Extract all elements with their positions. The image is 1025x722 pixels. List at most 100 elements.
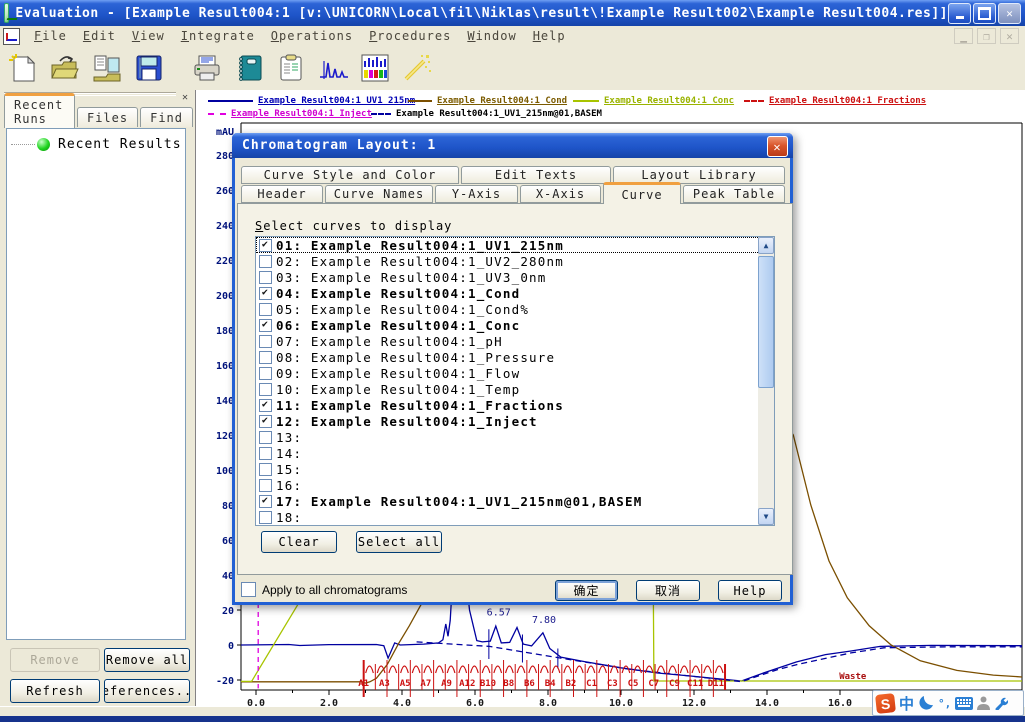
- legend-label[interactable]: Example Result004:1_Cond: [437, 96, 567, 106]
- curve-checkbox[interactable]: [259, 335, 272, 348]
- new-document-icon[interactable]: [4, 49, 42, 87]
- menu-window[interactable]: Window: [459, 27, 524, 45]
- curve-checkbox[interactable]: ✔: [259, 399, 272, 412]
- tab-edit-texts[interactable]: Edit Texts: [461, 166, 611, 184]
- copy-documents-icon[interactable]: [88, 49, 126, 87]
- curve-list-item[interactable]: ✔04: Example Result004:1_Cond: [256, 285, 774, 301]
- document-icon[interactable]: [3, 28, 20, 45]
- curve-list-item[interactable]: ✔11: Example Result004:1_Fractions: [256, 397, 774, 413]
- menu-edit[interactable]: Edit: [75, 27, 124, 45]
- tab-header[interactable]: Header: [241, 185, 323, 203]
- help-button[interactable]: Help: [718, 580, 782, 601]
- legend-label[interactable]: Example Result004:1_UV1_215nm: [258, 96, 415, 106]
- curve-checkbox[interactable]: ✔: [259, 415, 272, 428]
- curve-list-item[interactable]: 08: Example Result004:1_Pressure: [256, 349, 774, 365]
- tab-curve-names[interactable]: Curve Names: [325, 185, 433, 203]
- menu-integrate[interactable]: Integrate: [173, 27, 263, 45]
- panel-close-icon[interactable]: ✕: [179, 91, 191, 103]
- print-icon[interactable]: [188, 49, 226, 87]
- close-button[interactable]: ✕: [998, 3, 1021, 24]
- tab-files[interactable]: Files: [77, 107, 138, 127]
- curve-list-item[interactable]: 16:: [256, 477, 774, 493]
- cancel-button[interactable]: 取消: [636, 580, 700, 601]
- legend-label[interactable]: Example Result004:1_Inject: [231, 109, 372, 119]
- punctuation-mode-icon[interactable]: °,: [938, 697, 951, 710]
- menu-operations[interactable]: Operations: [263, 27, 361, 45]
- mdi-restore-button[interactable]: ❐: [977, 28, 996, 44]
- tab-x-axis[interactable]: X-Axis: [520, 185, 601, 203]
- listbox-scrollbar[interactable]: ▲ ▼: [758, 237, 774, 525]
- curve-checkbox[interactable]: [259, 447, 272, 460]
- remove-button[interactable]: Remove: [10, 648, 100, 672]
- curve-checkbox[interactable]: [259, 431, 272, 444]
- scroll-down-icon[interactable]: ▼: [758, 508, 774, 525]
- maximize-button[interactable]: [973, 3, 996, 24]
- tab-peak-table[interactable]: Peak Table: [683, 185, 785, 203]
- curve-checkbox[interactable]: [259, 511, 272, 524]
- curve-list-item[interactable]: ✔01: Example Result004:1_UV1_215nm: [256, 237, 774, 253]
- curve-checkbox[interactable]: ✔: [259, 239, 272, 252]
- curve-list-item[interactable]: 02: Example Result004:1_UV2_280nm: [256, 253, 774, 269]
- curve-checkbox[interactable]: [259, 303, 272, 316]
- curve-checkbox[interactable]: [259, 463, 272, 476]
- notebook-icon[interactable]: [230, 49, 268, 87]
- save-floppy-icon[interactable]: [130, 49, 168, 87]
- curve-list-item[interactable]: 05: Example Result004:1_Cond%: [256, 301, 774, 317]
- report-icon[interactable]: [272, 49, 310, 87]
- curve-list-item[interactable]: 10: Example Result004:1_Temp: [256, 381, 774, 397]
- curve-list-item[interactable]: 09: Example Result004:1_Flow: [256, 365, 774, 381]
- mdi-close-button[interactable]: ✕: [1000, 28, 1019, 44]
- curve-listbox[interactable]: ✔01: Example Result004:1_UV1_215nm02: Ex…: [255, 236, 775, 526]
- curve-list-item[interactable]: 07: Example Result004:1_pH: [256, 333, 774, 349]
- account-icon[interactable]: [977, 696, 990, 710]
- curve-checkbox[interactable]: [259, 271, 272, 284]
- ok-button[interactable]: 确定: [555, 580, 618, 601]
- curve-checkbox[interactable]: [259, 383, 272, 396]
- curve-checkbox[interactable]: ✔: [259, 495, 272, 508]
- curve-list-item[interactable]: 13:: [256, 429, 774, 445]
- menu-procedures[interactable]: Procedures: [361, 27, 459, 45]
- tab-curve[interactable]: Curve: [603, 182, 681, 204]
- mdi-minimize-button[interactable]: ▁: [954, 28, 973, 44]
- scroll-thumb[interactable]: [758, 256, 774, 388]
- minimize-button[interactable]: [948, 3, 971, 24]
- curve-list-item[interactable]: ✔12: Example Result004:1_Inject: [256, 413, 774, 429]
- curve-checkbox[interactable]: ✔: [259, 319, 272, 332]
- dialog-title-bar[interactable]: Chromatogram Layout: 1 ✕: [232, 133, 793, 158]
- tab-y-axis[interactable]: Y-Axis: [435, 185, 518, 203]
- tree-item-recent-results[interactable]: Recent Results: [11, 137, 182, 152]
- moon-icon[interactable]: [918, 695, 934, 711]
- scroll-up-icon[interactable]: ▲: [758, 237, 774, 254]
- wizard-wand-icon[interactable]: [398, 49, 436, 87]
- curve-list-item[interactable]: 14:: [256, 445, 774, 461]
- soft-keyboard-icon[interactable]: [955, 697, 973, 710]
- curve-list-item[interactable]: ✔17: Example Result004:1_UV1_215nm@01,BA…: [256, 493, 774, 509]
- menu-help[interactable]: Help: [525, 27, 574, 45]
- curve-list-item[interactable]: 15:: [256, 461, 774, 477]
- open-folder-icon[interactable]: [46, 49, 84, 87]
- settings-wrench-icon[interactable]: [994, 696, 1008, 710]
- curve-checkbox[interactable]: [259, 255, 272, 268]
- curve-checkbox[interactable]: [259, 479, 272, 492]
- apply-all-checkbox[interactable]: [241, 582, 256, 597]
- select-all-button[interactable]: Select all: [356, 531, 442, 553]
- curve-list-item[interactable]: 03: Example Result004:1_UV3_0nm: [256, 269, 774, 285]
- curve-list-item[interactable]: ✔06: Example Result004:1_Conc: [256, 317, 774, 333]
- chart-colors-icon[interactable]: [356, 49, 394, 87]
- tab-curve-style-and-color[interactable]: Curve Style and Color: [241, 166, 459, 184]
- curve-checkbox[interactable]: [259, 367, 272, 380]
- curve-checkbox[interactable]: [259, 351, 272, 364]
- chinese-mode-icon[interactable]: 中: [899, 693, 914, 714]
- legend-label[interactable]: Example Result004:1_UV1_215nm@01,BASEM: [396, 109, 602, 119]
- preferences-button[interactable]: references...: [104, 679, 190, 703]
- legend-label[interactable]: Example Result004:1_Conc: [604, 96, 734, 106]
- dialog-close-icon[interactable]: ✕: [767, 136, 788, 157]
- refresh-button[interactable]: Refresh: [10, 679, 100, 703]
- sogou-logo-icon[interactable]: S: [875, 693, 896, 714]
- remove-all-button[interactable]: Remove all: [104, 648, 190, 672]
- menu-view[interactable]: View: [124, 27, 173, 45]
- tab-find[interactable]: Find: [140, 107, 193, 127]
- curves-icon[interactable]: [314, 49, 352, 87]
- clear-button[interactable]: Clear: [261, 531, 337, 553]
- curve-checkbox[interactable]: ✔: [259, 287, 272, 300]
